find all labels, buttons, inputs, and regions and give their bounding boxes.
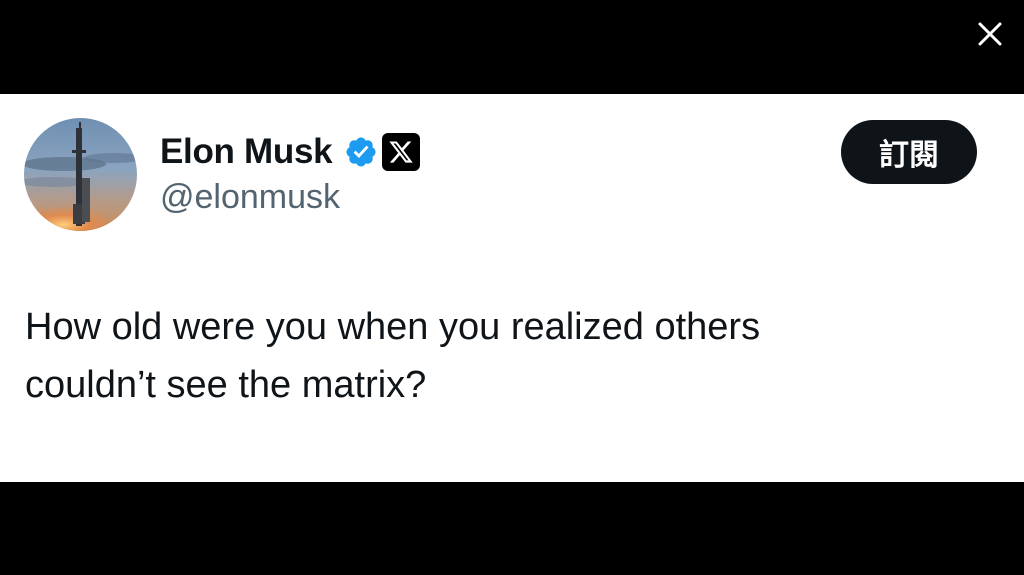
viewer-bottom-bar [0, 482, 1024, 575]
author-display-name[interactable]: Elon Musk [160, 132, 333, 172]
author-name-row: Elon Musk [160, 130, 421, 174]
avatar[interactable] [24, 118, 137, 231]
close-icon [978, 22, 1002, 46]
tweet-text: How old were you when you realized other… [25, 298, 985, 414]
author-handle[interactable]: @elonmusk [160, 178, 340, 217]
tweet-text-line: How old were you when you realized other… [25, 306, 761, 348]
viewer-top-bar [0, 0, 1024, 94]
tweet-card: Elon Musk @elonmusk 訂閱 How old were you … [0, 94, 1024, 482]
x-logo-icon [382, 133, 421, 171]
close-button[interactable] [974, 18, 1006, 50]
verified-badge-icon [344, 135, 378, 169]
subscribe-button[interactable]: 訂閱 [841, 120, 977, 184]
tweet-text-line: couldn’t see the matrix? [25, 364, 427, 406]
